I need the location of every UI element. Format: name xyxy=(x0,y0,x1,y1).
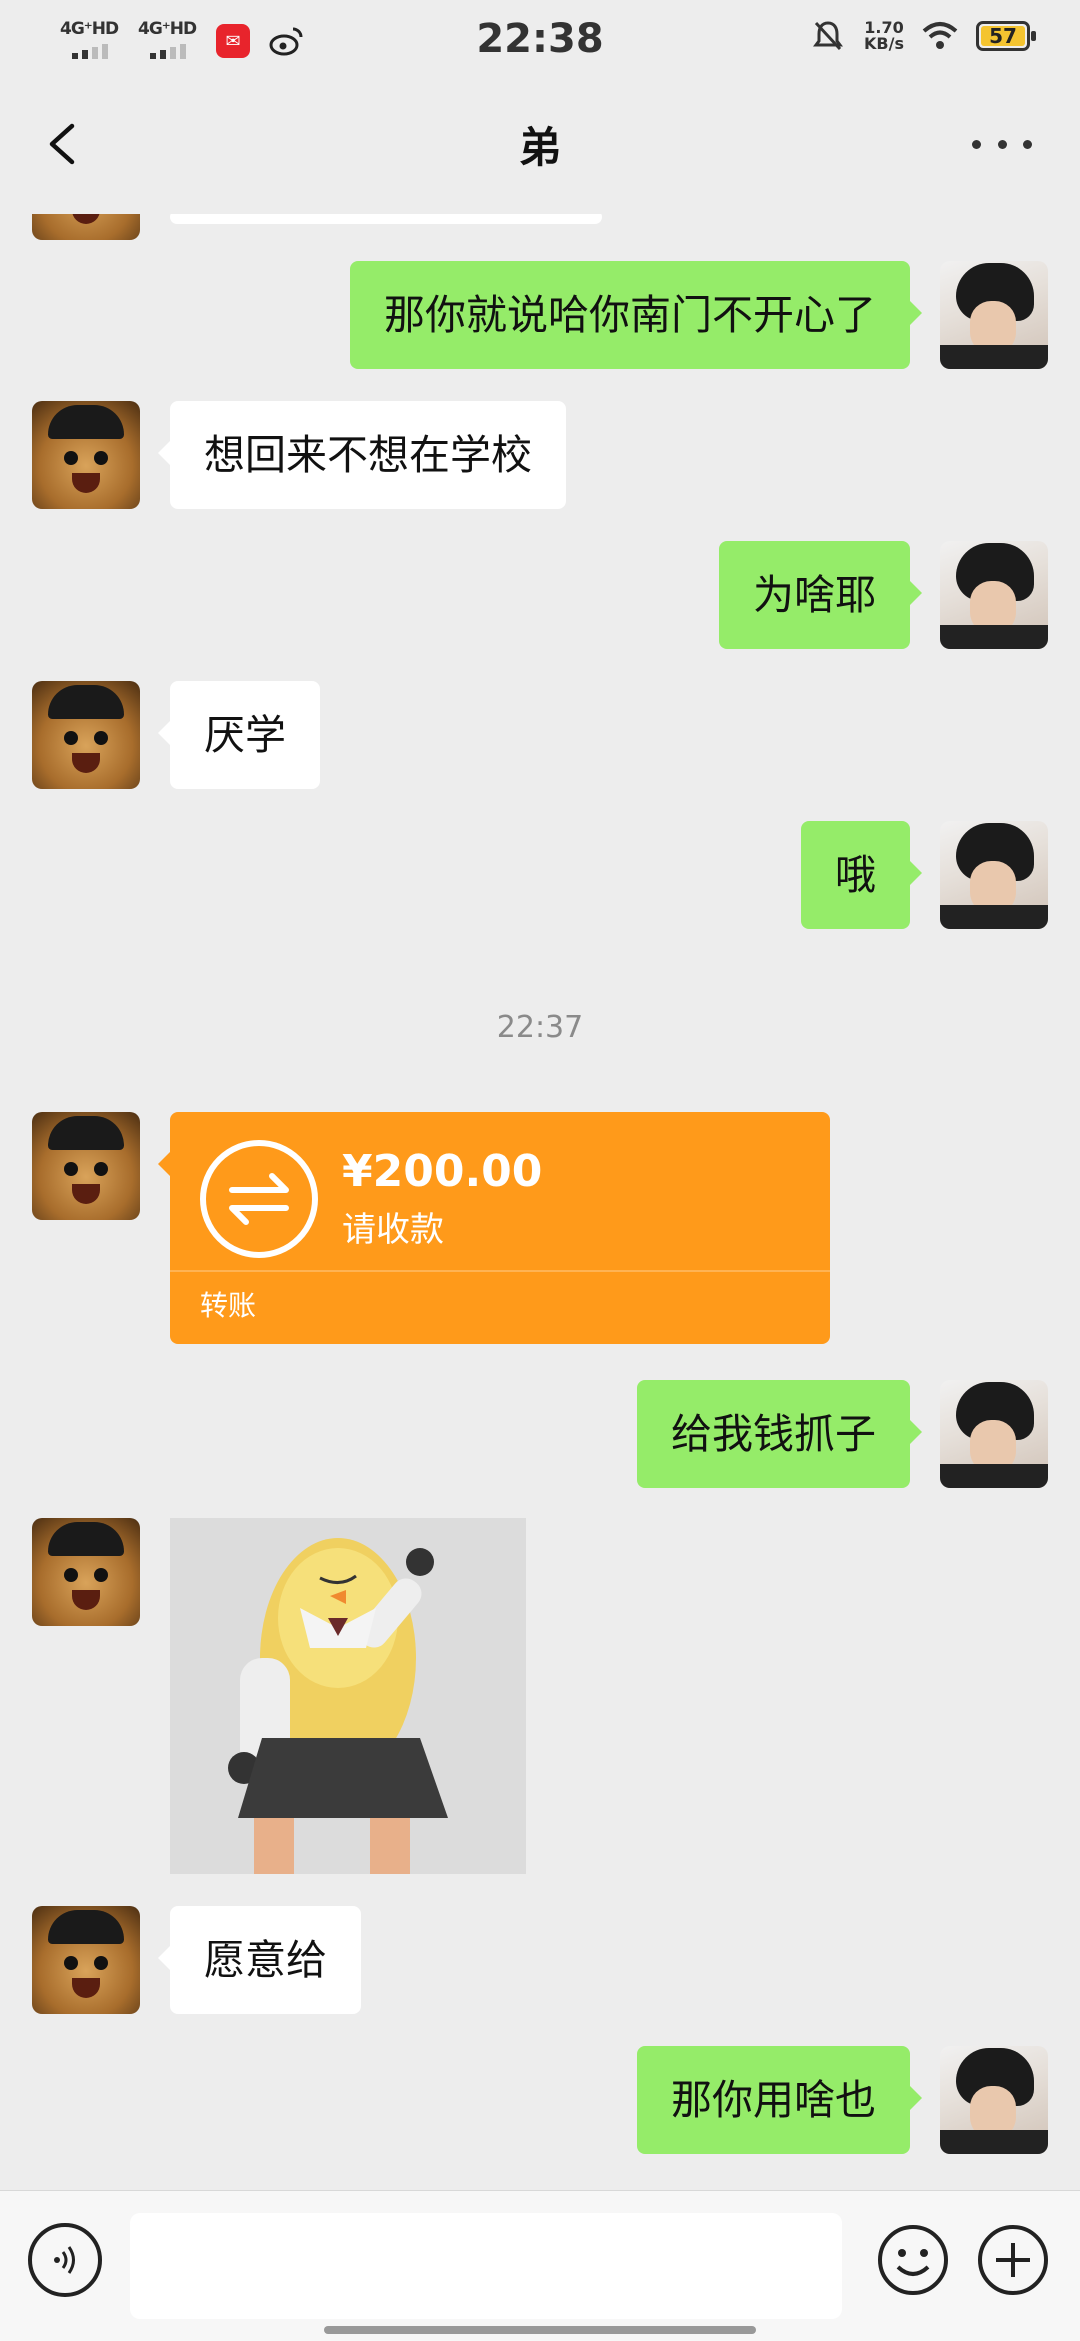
battery-level: 57 xyxy=(989,24,1017,48)
wifi-icon xyxy=(922,18,958,54)
my-avatar[interactable] xyxy=(940,261,1048,369)
message-bubble-out[interactable]: 那你用啥也 xyxy=(637,2046,922,2154)
my-avatar[interactable] xyxy=(940,1380,1048,1488)
message-bubble-out[interactable]: 哦 xyxy=(801,821,922,929)
message-bubble-out[interactable]: 那你就说哈你南门不开心了 xyxy=(350,261,922,369)
message-bubble-in[interactable]: 厌学 xyxy=(158,681,320,789)
contact-avatar[interactable] xyxy=(32,681,140,789)
my-avatar[interactable] xyxy=(940,541,1048,649)
contact-avatar[interactable] xyxy=(32,214,140,240)
timestamp: 22:37 xyxy=(496,1010,584,1045)
sticker-image[interactable] xyxy=(170,1518,526,1874)
contact-avatar[interactable] xyxy=(32,1518,140,1626)
battery-icon: 57 xyxy=(976,21,1036,51)
mute-bell-icon xyxy=(810,18,846,54)
message-bubble-in[interactable]: 想回来不想在学校 xyxy=(158,401,566,509)
plus-icon xyxy=(978,2225,1048,2295)
message-input[interactable] xyxy=(130,2213,842,2319)
home-indicator[interactable] xyxy=(324,2326,756,2334)
contact-avatar[interactable] xyxy=(32,1112,140,1220)
transfer-arrows-icon xyxy=(200,1140,318,1258)
speed-unit: KB/s xyxy=(864,34,904,53)
message-bubble-in[interactable]: 愿意给 xyxy=(158,1906,361,2014)
transfer-status: 请收款 xyxy=(342,1210,444,1250)
message-bubble-partial[interactable] xyxy=(170,214,602,224)
my-avatar[interactable] xyxy=(940,2046,1048,2154)
message-list[interactable]: 那你就说哈你南门不开心了 想回来不想在学校 为啥耶 厌学 哦 22:37 ¥20… xyxy=(0,214,1080,2190)
voice-input-button[interactable] xyxy=(28,2223,102,2297)
status-bar: 4G⁺HD 4G⁺HD ✉ 22:38 1.70 KB/s 57 xyxy=(0,0,1080,84)
input-bar xyxy=(0,2190,1080,2341)
voice-icon xyxy=(54,2246,75,2274)
message-bubble-out[interactable]: 为啥耶 xyxy=(719,541,922,649)
network-speed: 1.70 KB/s xyxy=(864,20,904,52)
chat-title: 弟 xyxy=(518,123,561,172)
more-functions-button[interactable] xyxy=(976,2223,1050,2297)
more-options-button[interactable] xyxy=(972,124,1032,164)
emoji-button[interactable] xyxy=(876,2223,950,2297)
message-bubble-out[interactable]: 给我钱抓子 xyxy=(637,1380,922,1488)
transfer-divider xyxy=(170,1270,830,1272)
chat-header: 弟 xyxy=(0,84,1080,214)
transfer-card[interactable]: ¥200.00 请收款 转账 xyxy=(158,1112,830,1344)
transfer-amount: ¥200.00 xyxy=(342,1146,543,1197)
status-right: 1.70 KB/s 57 xyxy=(810,18,1036,54)
transfer-label: 转账 xyxy=(200,1289,257,1322)
emoji-icon xyxy=(878,2225,948,2295)
contact-avatar[interactable] xyxy=(32,1906,140,2014)
contact-avatar[interactable] xyxy=(32,401,140,509)
my-avatar[interactable] xyxy=(940,821,1048,929)
sticker-figure-image xyxy=(170,1518,526,1874)
